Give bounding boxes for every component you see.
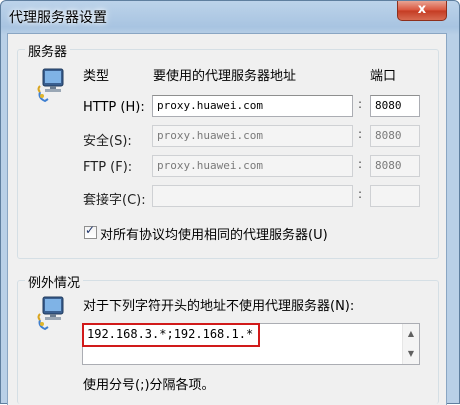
socks-colon: : [358, 187, 363, 201]
http-label: HTTP (H): [83, 100, 145, 115]
secure-label: 安全(S): [83, 134, 132, 149]
ftp-label: FTP (F): [83, 160, 133, 175]
network-computer-icon [37, 296, 64, 331]
proxy-settings-window: 代理服务器设置 x 服务器 类型 要使用的代理服务器地址 端口 HTTP (H)… [0, 0, 460, 405]
exceptions-description: 对于下列字符开头的地址不使用代理服务器(N): [83, 299, 355, 314]
column-header-port: 端口 [370, 69, 397, 84]
socks-address-input[interactable] [152, 185, 353, 207]
http-port-input[interactable]: 8080 [370, 95, 420, 117]
window-title: 代理服务器设置 [9, 10, 107, 26]
ftp-colon: : [358, 157, 363, 171]
same-proxy-checkbox[interactable]: ✓ [84, 223, 97, 239]
same-proxy-label: 对所有协议均使用相同的代理服务器(U) [100, 228, 328, 243]
title-bar: 代理服务器设置 x [1, 1, 459, 33]
ftp-address-input[interactable]: proxy.huawei.com [152, 155, 353, 177]
http-address-input[interactable]: proxy.huawei.com [152, 95, 353, 117]
close-button[interactable]: x [397, 1, 447, 21]
ftp-port-input[interactable]: 8080 [370, 155, 420, 177]
column-header-type: 类型 [83, 69, 110, 84]
socks-label: 套接字(C): [83, 193, 146, 208]
dialog-body: 服务器 类型 要使用的代理服务器地址 端口 HTTP (H): proxy.hu… [7, 33, 447, 405]
scroll-up-arrow-icon[interactable]: ▲ [403, 326, 419, 342]
exceptions-scrollbar[interactable]: ▲ ▼ [402, 324, 419, 364]
secure-address-input[interactable]: proxy.huawei.com [152, 125, 353, 147]
servers-group-label: 服务器 [25, 41, 71, 60]
column-header-address: 要使用的代理服务器地址 [153, 69, 297, 84]
network-computer-icon [37, 68, 64, 103]
http-colon: : [358, 97, 363, 111]
exceptions-hint: 使用分号(;)分隔各项。 [83, 378, 215, 393]
scroll-down-arrow-icon[interactable]: ▼ [403, 346, 419, 362]
exceptions-group-label: 例外情况 [25, 272, 84, 291]
socks-port-input[interactable] [370, 185, 420, 207]
exceptions-value-highlight[interactable]: 192.168.3.*;192.168.1.* [82, 323, 260, 347]
secure-colon: : [358, 127, 363, 141]
secure-port-input[interactable]: 8080 [370, 125, 420, 147]
checkmark-icon: ✓ [85, 223, 96, 237]
